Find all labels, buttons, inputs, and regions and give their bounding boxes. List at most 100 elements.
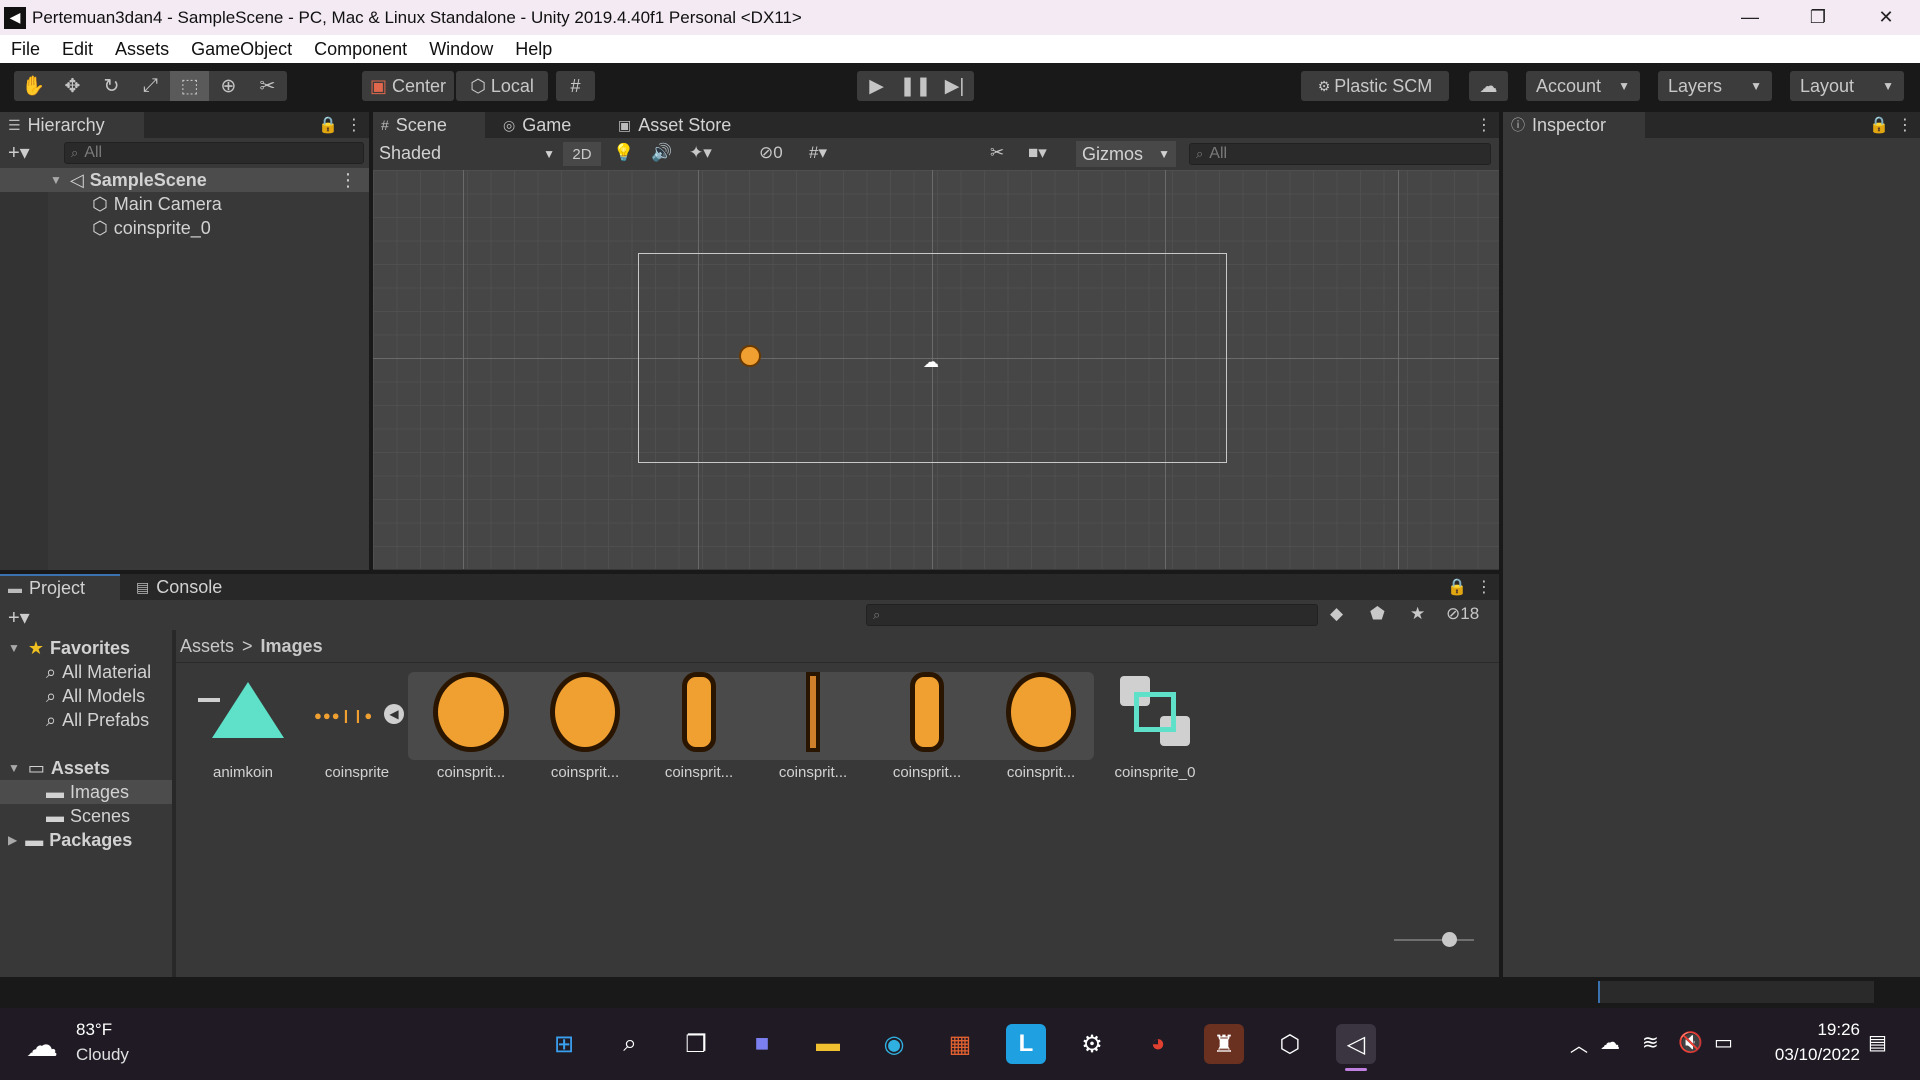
tree-folder-scenes[interactable]: ▬ Scenes	[46, 804, 130, 828]
camera-icon[interactable]: ■▾	[1028, 143, 1047, 163]
tab-hierarchy[interactable]: ☰ Hierarchy	[0, 112, 144, 138]
tree-packages[interactable]: ▶ ▬ Packages	[8, 828, 132, 852]
menu-gameobject[interactable]: GameObject	[191, 39, 292, 60]
menu-help[interactable]: Help	[515, 39, 552, 60]
custom-tool-icon[interactable]: ✂	[248, 71, 287, 101]
maximize-button[interactable]: ❐	[1784, 0, 1852, 35]
collapse-arrow-icon[interactable]: ◀	[384, 704, 404, 724]
camera-gizmo-icon[interactable]: ☁	[923, 352, 939, 372]
move-tool-icon[interactable]: ✥	[53, 71, 92, 101]
game-icon[interactable]: ♜	[1204, 1024, 1244, 1064]
tab-scene[interactable]: # Scene	[373, 112, 485, 138]
unity-icon[interactable]: ◁	[1336, 1024, 1376, 1064]
grid-icon[interactable]: #▾	[809, 143, 827, 163]
scene-viewport[interactable]: ☁	[373, 170, 1499, 569]
filter-by-type-icon[interactable]: ◆	[1330, 604, 1343, 624]
steam-icon[interactable]: ⚙	[1072, 1024, 1112, 1064]
rotate-tool-icon[interactable]: ↻	[92, 71, 131, 101]
layout-dropdown[interactable]: Layout ▼	[1790, 71, 1904, 101]
unity-hub-icon[interactable]: ⬡	[1270, 1024, 1310, 1064]
more-options-icon[interactable]: ⋮	[1476, 115, 1492, 135]
pause-icon[interactable]: ❚❚	[896, 71, 935, 101]
grid-snap-button[interactable]: #	[556, 71, 595, 101]
store-icon[interactable]: ▦	[940, 1024, 980, 1064]
audio-icon[interactable]: 🔊	[651, 143, 672, 163]
tree-assets[interactable]: ▼ ▭ Assets	[8, 756, 110, 780]
close-button[interactable]: ✕	[1852, 0, 1920, 35]
scene-search-input[interactable]: ⌕ All	[1189, 143, 1491, 165]
breadcrumb-assets[interactable]: Assets	[180, 636, 234, 657]
asset-coinsprite-0[interactable]: coinsprite_0	[1100, 668, 1210, 786]
weather-desc[interactable]: Cloudy	[76, 1045, 129, 1065]
notification-icon[interactable]: ▤	[1868, 1030, 1887, 1055]
task-view-icon[interactable]: ❐	[676, 1024, 716, 1064]
hierarchy-item-main-camera[interactable]: ⬡ Main Camera	[0, 192, 222, 216]
edge-icon[interactable]: ◉	[874, 1024, 914, 1064]
more-options-icon[interactable]: ⋮	[346, 115, 362, 135]
plastic-scm-button[interactable]: ⚙ Plastic SCM	[1301, 71, 1449, 101]
volume-muted-icon[interactable]: 🔇	[1678, 1030, 1703, 1055]
layers-dropdown[interactable]: Layers ▼	[1658, 71, 1772, 101]
more-options-icon[interactable]: ⋮	[1476, 577, 1492, 597]
scene-more-icon[interactable]: ⋮	[339, 170, 357, 191]
project-search-input[interactable]: ⌕	[866, 604, 1318, 626]
menu-assets[interactable]: Assets	[115, 39, 169, 60]
chrome-icon[interactable]: ◕	[1138, 1024, 1178, 1064]
hand-tool-icon[interactable]: ✋	[14, 71, 53, 101]
breadcrumb-images[interactable]: Images	[261, 636, 323, 657]
filter-by-label-icon[interactable]: ⬟	[1370, 604, 1385, 624]
asset-coinsprite-frame[interactable]: coinsprit...	[644, 668, 754, 786]
search-icon[interactable]: ⌕	[610, 1024, 650, 1064]
hidden-packages-toggle[interactable]: ⊘18	[1446, 604, 1479, 624]
asset-coinsprite-frame[interactable]: coinsprit...	[872, 668, 982, 786]
menu-component[interactable]: Component	[314, 39, 407, 60]
effects-icon[interactable]: ✦▾	[689, 143, 712, 163]
menu-file[interactable]: File	[11, 39, 40, 60]
weather-cloud-icon[interactable]: ☁	[26, 1026, 58, 1064]
onedrive-icon[interactable]: ☁	[1600, 1030, 1620, 1055]
rect-tool-icon[interactable]: ⬚	[170, 71, 209, 101]
scene-row[interactable]: ▼ ◁ SampleScene ⋮	[0, 168, 369, 192]
asset-animkoin[interactable]: animkoin	[188, 668, 298, 786]
tray-chevron-icon[interactable]: ︿	[1570, 1032, 1588, 1058]
lighting-icon[interactable]: 💡	[613, 143, 634, 163]
favorite-all-models[interactable]: ⌕ All Models	[46, 684, 145, 708]
chat-icon[interactable]: ■	[742, 1024, 782, 1064]
hierarchy-search-input[interactable]: ⌕ All	[64, 142, 364, 164]
shading-dropdown[interactable]: Shaded ▼	[379, 143, 555, 165]
start-icon[interactable]: ⊞	[544, 1024, 584, 1064]
asset-coinsprite-frame[interactable]: coinsprit...	[986, 668, 1096, 786]
menu-edit[interactable]: Edit	[62, 39, 93, 60]
tree-folder-images[interactable]: ▬ Images	[0, 780, 172, 804]
step-icon[interactable]: ▶|	[935, 71, 974, 101]
favorite-all-prefabs[interactable]: ⌕ All Prefabs	[46, 708, 149, 732]
clock-time[interactable]: 19:26	[1770, 1020, 1860, 1040]
asset-coinsprite-frame[interactable]: coinsprit...	[530, 668, 640, 786]
minimize-button[interactable]: —	[1716, 0, 1784, 35]
menu-window[interactable]: Window	[429, 39, 493, 60]
more-options-icon[interactable]: ⋮	[1897, 115, 1913, 135]
lock-icon[interactable]: 🔒	[1869, 115, 1889, 135]
tab-console[interactable]: ▤ Console	[128, 574, 248, 600]
tab-inspector[interactable]: ⓘ Inspector	[1503, 112, 1645, 138]
icon-size-slider-thumb[interactable]	[1442, 932, 1457, 947]
asset-coinsprite-frame[interactable]: coinsprit...	[416, 668, 526, 786]
file-explorer-icon[interactable]: ▬	[808, 1024, 848, 1064]
toggle-2d-button[interactable]: 2D	[563, 142, 601, 166]
hierarchy-item-coinsprite[interactable]: ⬡ coinsprite_0	[0, 216, 211, 240]
create-plus-icon[interactable]: +▾	[8, 140, 30, 165]
transform-tool-icon[interactable]: ⊕	[209, 71, 248, 101]
asset-coinsprite-frame[interactable]: coinsprit...	[758, 668, 868, 786]
favorite-all-materials[interactable]: ⌕ All Material	[46, 660, 151, 684]
play-icon[interactable]: ▶	[857, 71, 896, 101]
tree-favorites[interactable]: ▼ ★ Favorites	[8, 636, 130, 660]
pivot-local-button[interactable]: ⬡ Local	[456, 71, 548, 101]
favorite-star-icon[interactable]: ★	[1410, 604, 1425, 624]
tab-asset-store[interactable]: ▣ Asset Store	[610, 112, 740, 138]
lock-icon[interactable]: 🔒	[1447, 577, 1467, 597]
l-app-icon[interactable]: L	[1006, 1024, 1046, 1064]
pivot-center-button[interactable]: ▣ Center	[362, 71, 454, 101]
tools-icon[interactable]: ✂	[990, 143, 1004, 163]
asset-coinsprite[interactable]: ●●●❙❙● ◀ coinsprite	[302, 668, 412, 786]
clock-date[interactable]: 03/10/2022	[1760, 1045, 1860, 1065]
